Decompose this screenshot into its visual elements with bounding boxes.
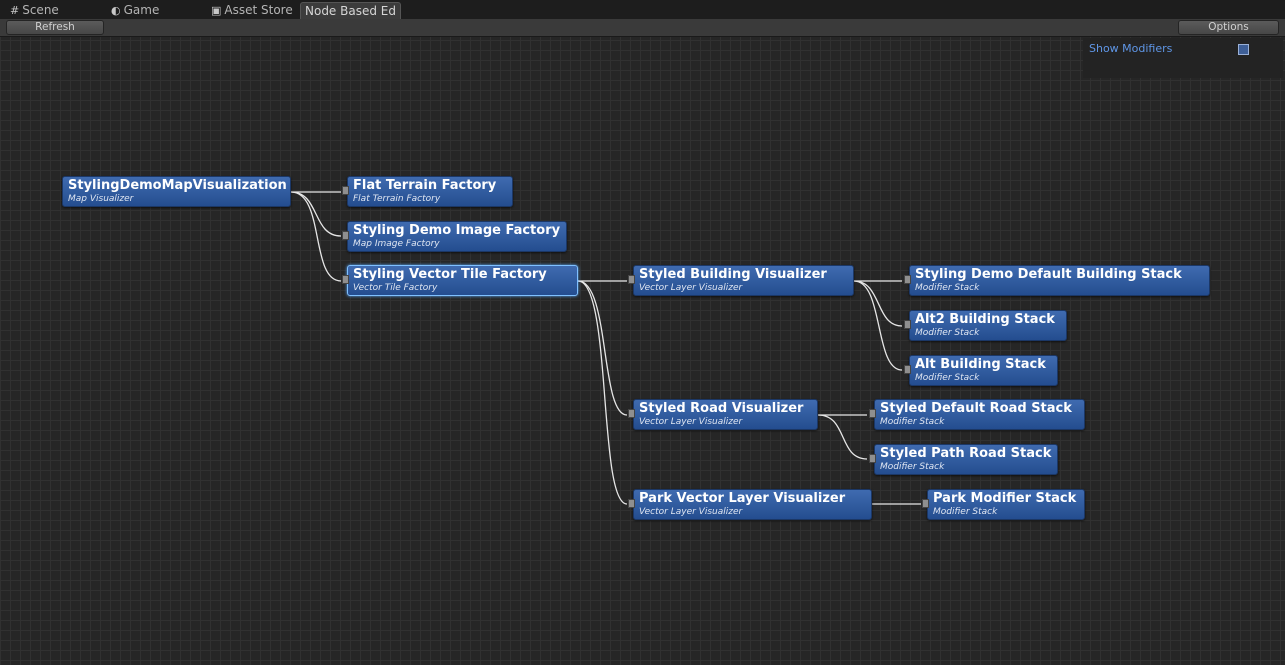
tab-game-label: Game	[123, 3, 160, 17]
input-port[interactable]	[342, 186, 349, 195]
tab-scene[interactable]: # Scene	[6, 2, 63, 19]
node-flat-terrain-factory[interactable]: Flat Terrain Factory Flat Terrain Factor…	[342, 176, 513, 207]
node-title: Styled Road Visualizer	[639, 401, 804, 416]
node-title: Styling Vector Tile Factory	[353, 267, 547, 282]
tab-game[interactable]: ◐ Game	[107, 2, 163, 19]
input-port[interactable]	[904, 275, 911, 284]
input-port[interactable]	[342, 275, 349, 284]
node-title: Alt Building Stack	[915, 357, 1046, 372]
options-button[interactable]: Options	[1178, 20, 1279, 35]
node-title: StylingDemoMapVisualization	[68, 178, 287, 193]
node-alt2-building-stack[interactable]: Alt2 Building Stack Modifier Stack	[904, 310, 1067, 341]
node-subtitle: Modifier Stack	[915, 328, 980, 338]
node-title: Styled Default Road Stack	[880, 401, 1072, 416]
node-title: Styling Demo Image Factory	[353, 223, 561, 238]
node-park-modifier-stack[interactable]: Park Modifier Stack Modifier Stack	[922, 489, 1085, 520]
input-port[interactable]	[628, 275, 635, 284]
node-graph-canvas[interactable]	[0, 37, 1285, 665]
node-path-road-stack[interactable]: Styled Path Road Stack Modifier Stack	[869, 444, 1058, 475]
input-port[interactable]	[869, 409, 876, 418]
node-subtitle: Vector Layer Visualizer	[639, 417, 743, 427]
node-alt-building-stack[interactable]: Alt Building Stack Modifier Stack	[904, 355, 1058, 386]
node-map-visualizer[interactable]: StylingDemoMapVisualization Map Visualiz…	[62, 176, 291, 207]
editor-toolbar: Refresh Options	[0, 19, 1285, 37]
node-title: Alt2 Building Stack	[915, 312, 1055, 327]
input-port[interactable]	[904, 365, 911, 374]
node-title: Park Vector Layer Visualizer	[639, 491, 846, 506]
node-title: Styled Building Visualizer	[639, 267, 827, 282]
node-default-building-stack[interactable]: Styling Demo Default Building Stack Modi…	[904, 265, 1210, 296]
tab-asset-store-label: Asset Store	[224, 3, 293, 17]
tab-asset-store[interactable]: ▣ Asset Store	[207, 2, 297, 19]
node-styled-road-visualizer[interactable]: Styled Road Visualizer Vector Layer Visu…	[628, 399, 818, 430]
node-subtitle: Map Image Factory	[353, 239, 440, 249]
lock-icon: ▣	[211, 4, 222, 17]
input-port[interactable]	[342, 231, 349, 240]
options-panel: Show Modifiers	[1083, 38, 1283, 78]
node-subtitle: Modifier Stack	[880, 462, 945, 472]
node-title: Park Modifier Stack	[933, 491, 1077, 506]
node-title: Flat Terrain Factory	[353, 178, 497, 193]
refresh-button[interactable]: Refresh	[6, 20, 104, 35]
node-park-vector-layer-visualizer[interactable]: Park Vector Layer Visualizer Vector Laye…	[628, 489, 872, 520]
grid-icon: #	[10, 4, 20, 17]
node-subtitle: Map Visualizer	[68, 194, 134, 204]
pacman-icon: ◐	[111, 4, 121, 17]
node-subtitle: Vector Tile Factory	[353, 283, 438, 293]
show-modifiers-label: Show Modifiers	[1089, 42, 1173, 55]
node-title: Styled Path Road Stack	[880, 446, 1052, 461]
tab-scene-label: Scene	[22, 3, 59, 17]
input-port[interactable]	[628, 409, 635, 418]
node-subtitle: Vector Layer Visualizer	[639, 507, 743, 517]
node-subtitle: Modifier Stack	[915, 373, 980, 383]
input-port[interactable]	[904, 320, 911, 329]
editor-tab-bar: # Scene ◐ Game ▣ Asset Store Node Based Ed	[0, 0, 1285, 19]
tab-node-based-editor-label: Node Based Ed	[305, 4, 396, 18]
tab-node-based-editor[interactable]: Node Based Ed	[300, 2, 401, 19]
node-map-image-factory[interactable]: Styling Demo Image Factory Map Image Fac…	[342, 221, 567, 252]
node-subtitle: Modifier Stack	[933, 507, 998, 517]
show-modifiers-checkbox[interactable]	[1238, 44, 1249, 55]
node-default-road-stack[interactable]: Styled Default Road Stack Modifier Stack	[869, 399, 1085, 430]
input-port[interactable]	[922, 499, 929, 508]
input-port[interactable]	[628, 499, 635, 508]
node-subtitle: Modifier Stack	[880, 417, 945, 427]
node-styled-building-visualizer[interactable]: Styled Building Visualizer Vector Layer …	[628, 265, 854, 296]
node-vector-tile-factory[interactable]: Styling Vector Tile Factory Vector Tile …	[342, 265, 578, 296]
input-port[interactable]	[869, 454, 876, 463]
node-subtitle: Flat Terrain Factory	[353, 194, 441, 204]
node-subtitle: Modifier Stack	[915, 283, 980, 293]
node-subtitle: Vector Layer Visualizer	[639, 283, 743, 293]
node-title: Styling Demo Default Building Stack	[915, 267, 1182, 282]
